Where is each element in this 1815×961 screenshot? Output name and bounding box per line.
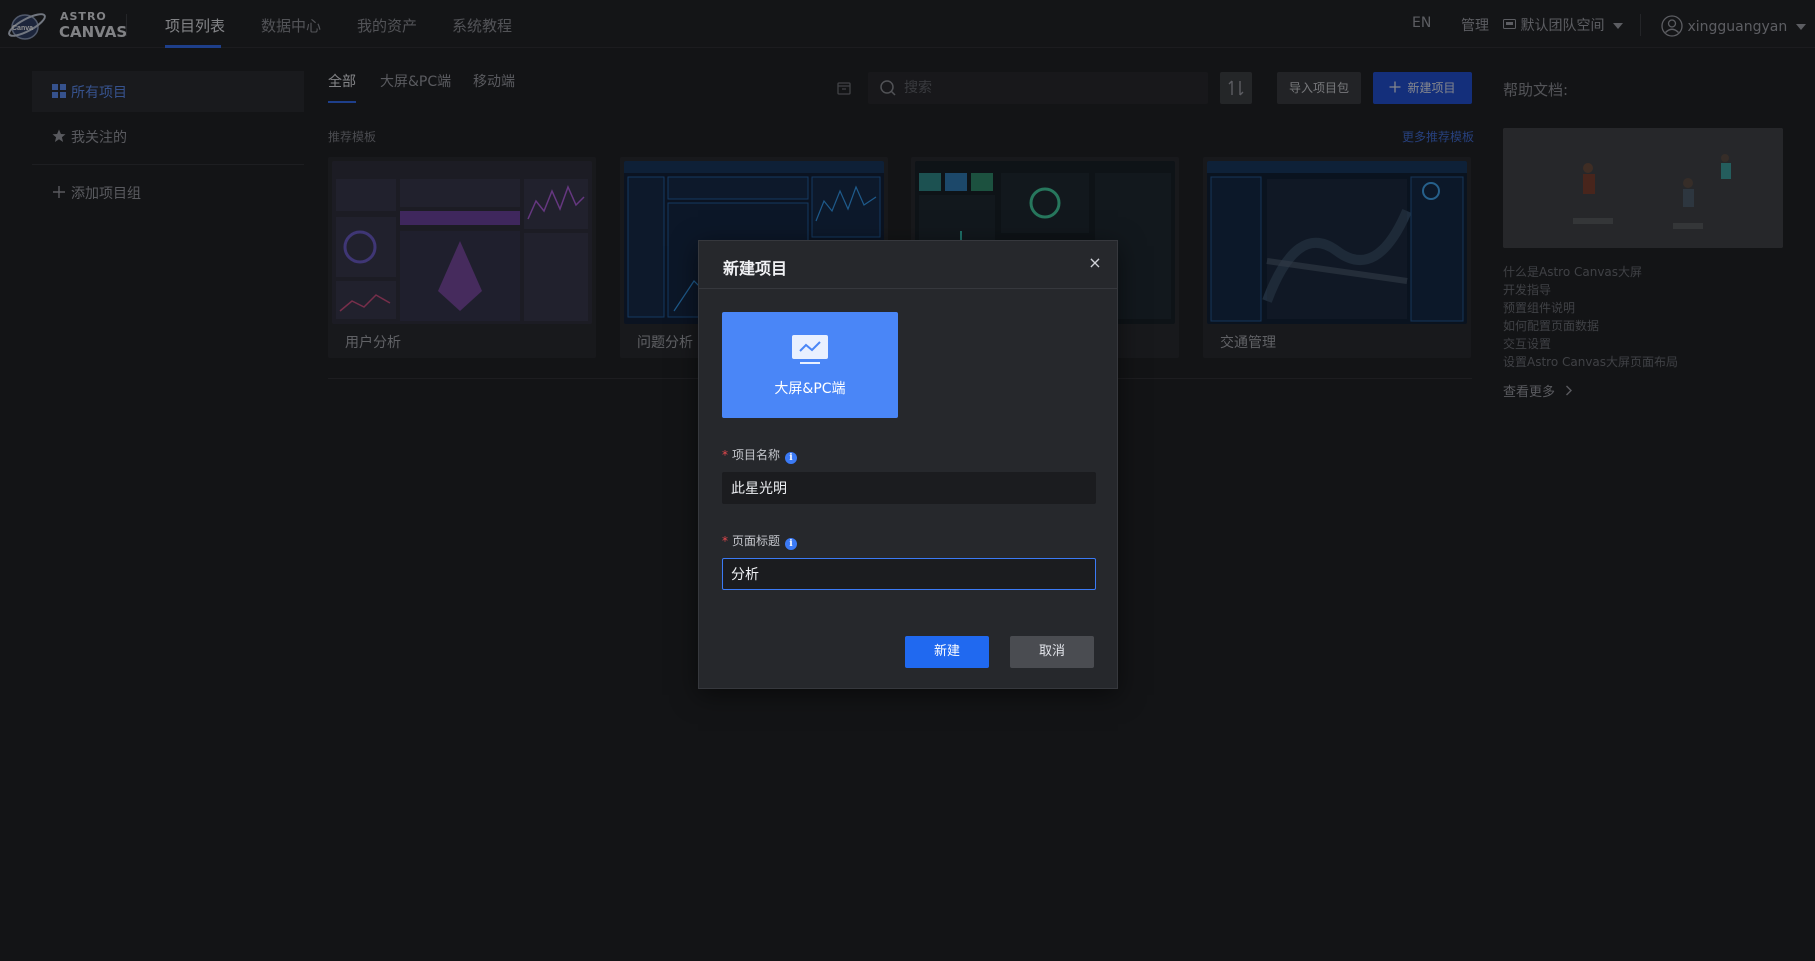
info-icon[interactable]: i [785, 452, 798, 464]
project-name-input[interactable] [722, 472, 1096, 504]
page-title-label: * 页面标题 i [722, 532, 798, 550]
dialog-header: 新建项目 × [699, 241, 1117, 289]
dialog-title: 新建项目 [723, 259, 788, 278]
monitor-chart-icon [792, 335, 828, 364]
project-name-label: * 项目名称 i [722, 446, 798, 464]
project-type-option-large-screen[interactable]: 大屏&PC端 [722, 312, 898, 418]
create-button[interactable]: 新建 [905, 636, 989, 668]
page-title-input[interactable] [722, 558, 1096, 590]
required-mark: * [722, 534, 728, 548]
close-icon[interactable]: × [1086, 254, 1104, 272]
info-icon[interactable]: i [785, 538, 798, 550]
cancel-button[interactable]: 取消 [1010, 636, 1094, 668]
project-type-label: 大屏&PC端 [774, 381, 846, 397]
project-name-label-text: 项目名称 [732, 448, 781, 462]
new-project-dialog: 新建项目 × 大屏&PC端 * 项目名称 i * 页面标题 i 新建 取消 [698, 240, 1118, 689]
page-title-label-text: 页面标题 [732, 534, 781, 548]
required-mark: * [722, 448, 728, 462]
